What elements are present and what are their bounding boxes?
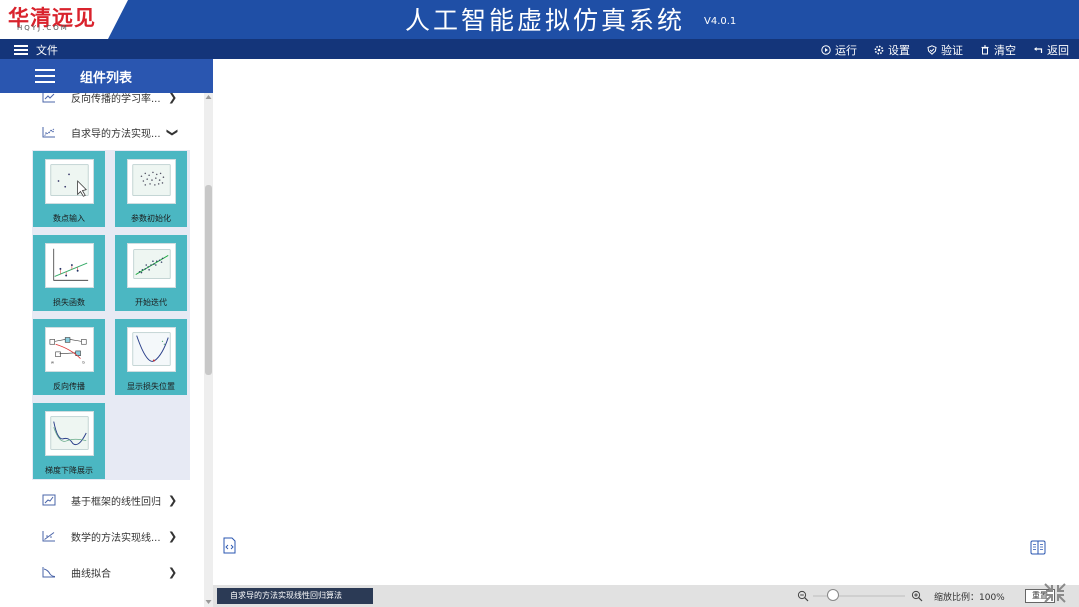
scatter-cluster-icon: [127, 159, 176, 204]
card-label: 数点输入: [53, 214, 85, 223]
active-project-tab[interactable]: 自求导的方法实现线性回归算法: [217, 588, 373, 604]
category-label: 反向传播的学习率...: [71, 93, 161, 105]
category-label: 自求导的方法实现...: [71, 128, 161, 140]
card-label: 参数初始化: [131, 214, 171, 223]
logo: 华清远见 HQYJ.COM: [0, 0, 128, 39]
app-version: V4.0.1: [704, 16, 737, 27]
scroll-up-icon[interactable]: [205, 94, 212, 100]
settings-label: 设置: [888, 44, 910, 57]
return-arrow-icon: [1034, 47, 1043, 53]
scatter-input-icon: [45, 159, 94, 204]
validate-button[interactable]: 验证: [927, 42, 963, 58]
zoom-in-icon[interactable]: [911, 590, 923, 602]
book-icon[interactable]: [1030, 540, 1046, 555]
scatter-chart-icon: [42, 127, 55, 138]
back-label: 返回: [1047, 44, 1069, 57]
category-curve-fitting[interactable]: 曲线拟合 ❯: [0, 555, 204, 589]
component-card-loss-position[interactable]: 显示损失位置: [115, 319, 187, 395]
back-button[interactable]: 返回: [1033, 42, 1069, 58]
category-backprop-learning-rate[interactable]: 反向传播的学习率... ❯: [0, 93, 204, 114]
scroll-down-icon[interactable]: [205, 599, 212, 605]
sidebar-scrollbar[interactable]: [204, 93, 213, 607]
run-button[interactable]: 运行: [821, 42, 857, 58]
loss-curve-icon: [127, 327, 176, 372]
chevron-right-icon: ❯: [168, 529, 178, 543]
zoom-level-label: 缩放比例：100%: [934, 593, 1005, 603]
chevron-right-icon: ❯: [168, 93, 178, 104]
component-list: 反向传播的学习率... ❯ 自求导的方法实现... ❯ 数点输入 参数初始化 损…: [0, 93, 204, 607]
gear-icon: [874, 45, 884, 55]
component-card-backprop[interactable]: wb 反向传播: [33, 319, 105, 395]
sidebar-title: 组件列表: [80, 71, 133, 86]
chart-frame-icon: [42, 494, 56, 506]
clear-label: 清空: [994, 44, 1016, 57]
svg-text:w: w: [51, 359, 54, 364]
trash-icon: [981, 45, 989, 55]
card-label: 反向传播: [53, 382, 85, 391]
gradient-descent-icon: [45, 411, 94, 456]
file-menu-label: 文件: [36, 44, 58, 57]
scrollbar-thumb[interactable]: [205, 185, 212, 375]
chevron-right-icon: ❯: [168, 565, 178, 579]
card-label: 梯度下降展示: [45, 466, 93, 475]
category-autograd-linear-regression[interactable]: 自求导的方法实现... ❯: [0, 115, 204, 149]
collapse-icon[interactable]: [1042, 581, 1068, 605]
loss-function-icon: [45, 243, 94, 288]
component-card-gradient-descent[interactable]: 梯度下降展示: [33, 403, 105, 479]
curve-icon: [42, 567, 56, 578]
menu-icon: [14, 45, 28, 55]
code-file-icon[interactable]: [222, 537, 237, 554]
category-math-linear-regression[interactable]: 数学的方法实现线... ❯: [0, 519, 204, 553]
validate-label: 验证: [941, 44, 963, 57]
file-menu[interactable]: 文件: [14, 42, 58, 58]
category-label: 基于框架的线性回归: [71, 496, 161, 508]
chevron-down-icon: ❯: [166, 127, 180, 137]
clear-button[interactable]: 清空: [980, 42, 1016, 58]
title-bar: 华清远见 HQYJ.COM 人工智能虚拟仿真系统 V4.0.1: [0, 0, 1079, 39]
component-cards: 数点输入 参数初始化 损失函数 开始迭代 w b 反向传播 显示损失位置 梯度下…: [32, 150, 190, 480]
shield-check-icon: [927, 45, 937, 55]
backprop-graph-icon: wb: [45, 327, 94, 372]
component-card-loss-function[interactable]: 损失函数: [33, 235, 105, 311]
svg-text:b: b: [82, 359, 85, 364]
chevron-right-icon: ❯: [168, 493, 178, 507]
component-card-param-init[interactable]: 参数初始化: [115, 151, 187, 227]
category-framework-linear-regression[interactable]: 基于框架的线性回归 ❯: [0, 483, 204, 517]
regression-line-icon: [127, 243, 176, 288]
component-card-start-iteration[interactable]: 开始迭代: [115, 235, 187, 311]
zoom-slider-knob[interactable]: [827, 589, 839, 601]
workspace-canvas[interactable]: [213, 59, 1079, 585]
card-label: 开始迭代: [135, 298, 167, 307]
card-label: 显示损失位置: [127, 382, 175, 391]
component-sidebar: 组件列表 反向传播的学习率... ❯ 自求导的方法实现... ❯ 数点输入 参数…: [0, 59, 213, 607]
menu-bar: 文件 运行 设置 验证 清空 返回: [0, 39, 1079, 59]
app-title: 人工智能虚拟仿真系统: [405, 6, 686, 35]
zoom-out-icon[interactable]: [797, 590, 809, 602]
run-label: 运行: [835, 44, 857, 57]
settings-button[interactable]: 设置: [874, 42, 910, 58]
status-bar: 自求导的方法实现线性回归算法 缩放比例：100% 重置: [213, 583, 1079, 607]
play-circle-icon: [821, 45, 831, 55]
line-chart-icon: [42, 93, 55, 103]
category-label: 数学的方法实现线...: [71, 532, 161, 544]
component-card-point-input[interactable]: 数点输入: [33, 151, 105, 227]
category-label: 曲线拟合: [71, 568, 111, 580]
sidebar-header: 组件列表: [0, 59, 213, 93]
sidebar-toggle-icon[interactable]: [35, 69, 55, 83]
logo-subtext: HQYJ.COM: [17, 24, 69, 32]
app-window: 华清远见 HQYJ.COM 人工智能虚拟仿真系统 V4.0.1 文件 运行 设置…: [0, 0, 1079, 607]
trend-line-icon: [42, 531, 55, 542]
toolbar-actions: 运行 设置 验证 清空 返回: [821, 42, 1069, 58]
card-label: 损失函数: [53, 298, 85, 307]
